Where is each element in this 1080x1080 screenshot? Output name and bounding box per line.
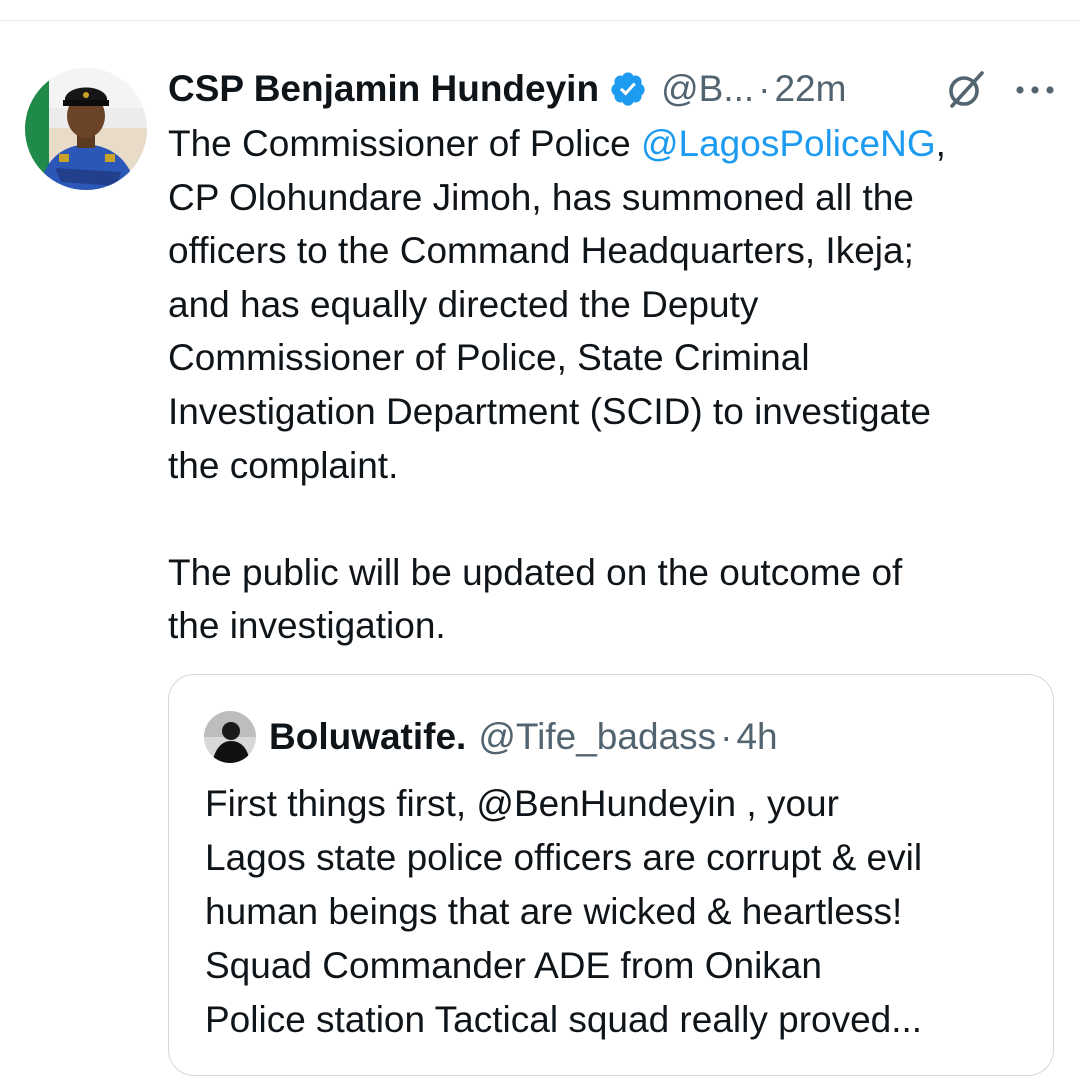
top-divider [0,0,1080,21]
quoted-author-avatar[interactable] [204,711,256,763]
verified-badge-icon [609,70,647,108]
quoted-text-part1: First things first, [205,783,477,824]
author-display-name[interactable]: CSP Benjamin Hundeyin [168,68,599,110]
tweet-header: CSP Benjamin Hundeyin @B... · 22m [168,64,1068,114]
header-separator: · [758,68,771,109]
tweet-timestamp[interactable]: 22m [774,68,846,110]
more-icon[interactable] [1010,72,1060,108]
quoted-author-display-name[interactable]: Boluwatife. [269,716,466,758]
author-avatar[interactable] [25,68,147,190]
quoted-tweet-timestamp[interactable]: 4h [736,716,777,758]
quoted-mention: @BenHundeyin [476,783,737,824]
tweet-text-part1: The Commissioner of Police [168,123,641,164]
quoted-tweet-card[interactable]: Boluwatife. @Tife_badass · 4h First thin… [168,674,1054,1076]
quoted-header-separator: · [720,716,733,757]
tweet[interactable]: CSP Benjamin Hundeyin @B... · 22m The Co… [0,20,1080,1080]
mention-link[interactable]: @LagosPoliceNG [641,123,936,164]
tweet-text: The Commissioner of Police @LagosPoliceN… [168,117,1058,653]
quoted-author-handle[interactable]: @Tife_badass [478,716,716,758]
quoted-tweet-text: First things first, @BenHundeyin , your … [205,777,1035,1047]
quoted-tweet-header: Boluwatife. @Tife_badass · 4h [269,711,778,763]
tweet-text-part2: , CP Olohundare Jimoh, has summoned all … [168,123,946,647]
author-handle[interactable]: @B... [661,68,754,110]
grok-icon[interactable] [944,67,988,111]
